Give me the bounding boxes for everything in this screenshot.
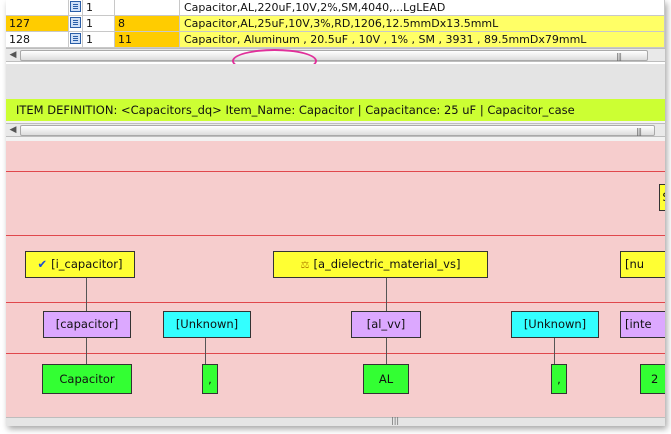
tree-node-nu[interactable]: [nu	[620, 251, 665, 278]
tree-node-stub[interactable]: S	[659, 184, 665, 211]
connector	[554, 338, 555, 364]
scroll-grip: |||	[616, 52, 622, 61]
desc-part-name: Capacitor	[184, 33, 237, 46]
tree-node-comma[interactable]: ,	[551, 364, 567, 394]
tree-node-i-capacitor[interactable]: ✔ [i_capacitor]	[25, 251, 135, 278]
tree-node-inte[interactable]: [inte	[620, 311, 665, 338]
connector	[86, 338, 87, 364]
tree-node-al-value[interactable]: AL	[363, 364, 409, 394]
tree-panel: S ✔[i_capacitor] ⚖[a_dielectric_material…	[6, 141, 665, 417]
row-id-cell[interactable]	[6, 0, 69, 16]
row-qty-cell[interactable]: 1	[83, 32, 115, 48]
tree-node-value-stub[interactable]: 2	[640, 364, 665, 394]
connector	[86, 278, 87, 311]
row-desc-cell[interactable]: Capacitor,AL,220uF,10V,2%,SM,4040,...LgL…	[180, 0, 665, 16]
table-row[interactable]: 127 1 8 Capacitor,AL,25uF,10V,3%,RD,1206…	[6, 16, 665, 32]
divider	[6, 235, 665, 236]
divider	[6, 353, 665, 354]
desc-part-attrs: , Aluminum , 20.5uF , 10V , 1% , SM , 39…	[236, 33, 587, 46]
table-row[interactable]: 128 1 11 Capacitor, Aluminum , 20.5uF , …	[6, 32, 665, 48]
row-qty-cell[interactable]: 1	[83, 0, 115, 16]
tree-node-label: [i_capacitor]	[51, 257, 123, 271]
scale-icon: ⚖	[300, 260, 310, 271]
row-num-cell[interactable]	[115, 0, 180, 16]
checkmark-icon: ✔	[37, 257, 48, 271]
bom-grid: 1 Capacitor,AL,220uF,10V,2%,SM,4040,...L…	[6, 0, 665, 64]
row-icon-cell[interactable]	[69, 32, 83, 48]
item-definition-bar: ITEM DEFINITION: <Capacitors_dq> Item_Na…	[6, 99, 665, 121]
tree-node-comma[interactable]: ,	[202, 364, 218, 394]
document-icon[interactable]	[70, 33, 81, 44]
divider	[6, 302, 665, 303]
scroll-thumb[interactable]: |||	[20, 125, 655, 136]
grid-horizontal-scrollbar[interactable]: ◀ |||	[6, 48, 665, 62]
connector	[386, 278, 387, 311]
document-icon[interactable]	[70, 1, 81, 12]
row-qty-cell[interactable]: 1	[83, 16, 115, 32]
connector	[205, 338, 206, 364]
divider	[6, 171, 665, 172]
tree-node-label: [a_dielectric_material_vs]	[313, 257, 461, 271]
scroll-left-icon[interactable]: ◀	[7, 50, 19, 61]
app-window: 1 Capacitor,AL,220uF,10V,2%,SM,4040,...L…	[6, 0, 665, 426]
document-icon[interactable]	[70, 17, 81, 28]
splitter[interactable]	[6, 64, 665, 99]
row-desc-cell[interactable]: Capacitor,AL,25uF,10V,3%,RD,1206,12.5mmD…	[180, 16, 665, 32]
tree-node-dielectric[interactable]: ⚖ [a_dielectric_material_vs]	[273, 251, 488, 278]
scroll-left-icon[interactable]: ◀	[7, 125, 19, 136]
scroll-grip: |||	[391, 416, 400, 425]
tree-node-al-vv[interactable]: [al_vv]	[351, 311, 421, 338]
row-id-cell[interactable]: 128	[6, 32, 69, 48]
tree-node-capacitor-value[interactable]: Capacitor	[42, 364, 132, 394]
tree-node-unknown[interactable]: [Unknown]	[163, 311, 251, 338]
row-num-cell[interactable]: 11	[115, 32, 180, 48]
row-id-cell[interactable]: 127	[6, 16, 69, 32]
row-num-cell[interactable]: 8	[115, 16, 180, 32]
table-row[interactable]: 1 Capacitor,AL,220uF,10V,2%,SM,4040,...L…	[6, 0, 665, 16]
scroll-grip: |||	[636, 127, 642, 136]
row-icon-cell[interactable]	[69, 0, 83, 16]
tree-horizontal-scrollbar[interactable]: |||	[6, 416, 665, 426]
connector	[386, 338, 387, 364]
row-desc-cell[interactable]: Capacitor, Aluminum , 20.5uF , 10V , 1% …	[180, 32, 665, 48]
scroll-thumb[interactable]: |||	[20, 50, 648, 61]
tree-node-unknown[interactable]: [Unknown]	[511, 311, 599, 338]
tree-node-capacitor[interactable]: [capacitor]	[43, 311, 131, 338]
row-icon-cell[interactable]	[69, 16, 83, 32]
definition-horizontal-scrollbar[interactable]: ◀ |||	[6, 123, 665, 137]
